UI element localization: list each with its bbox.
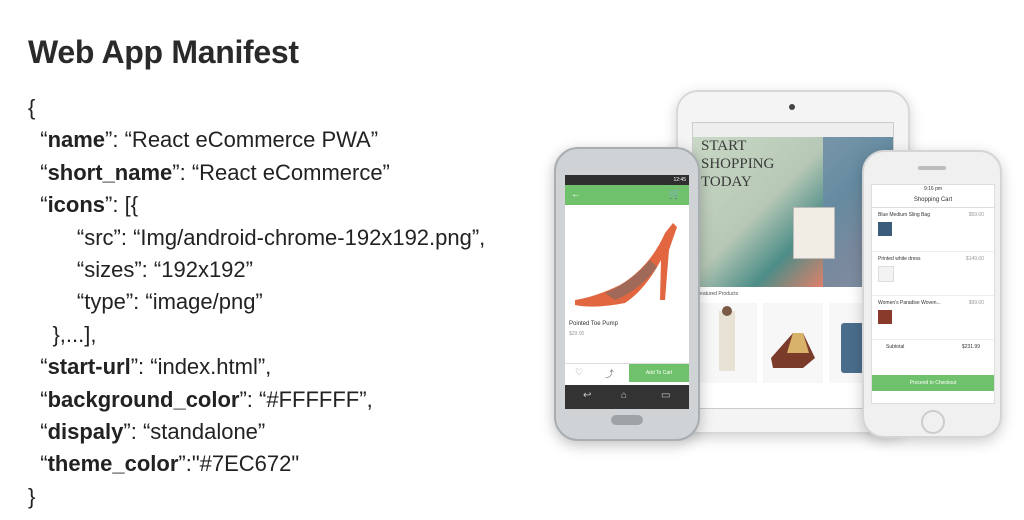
code-value: “sizes”: “192x192”: [76, 256, 253, 282]
code-key: theme_color: [47, 451, 179, 477]
dress-image: [719, 306, 735, 371]
featured-label: Featured Products: [697, 291, 739, 297]
code-key: icons: [47, 192, 106, 218]
status-bar: 9:16 pm: [923, 186, 943, 192]
code-value: [{: [124, 192, 139, 218]
iphone-device: 9:16 pm Shopping Cart Blue Medium Sling …: [862, 150, 1002, 438]
status-bar: 12:45: [565, 175, 689, 185]
product-image: [565, 205, 689, 315]
cart-icon[interactable]: 🛒: [669, 185, 681, 205]
product-tile[interactable]: [697, 303, 757, 383]
code-theme-line: “theme_color”:"#7EC672": [28, 451, 300, 477]
subtotal-label: Subtotal: [886, 344, 905, 350]
code-close: }: [28, 483, 36, 509]
action-bar: ♡ ⤴ Add To Cart: [565, 363, 689, 382]
code-value: “index.html”,: [150, 354, 272, 380]
product-price: $29.00: [569, 331, 585, 337]
android-nav-bar: ↩ ⌂ ▭: [565, 385, 689, 409]
item-thumbnail: [878, 266, 894, 282]
code-icons-close-line: },...],: [28, 319, 485, 351]
home-button[interactable]: [921, 410, 945, 434]
code-value: “type”: “image/png”: [76, 289, 263, 315]
item-thumbnail: [878, 222, 892, 236]
code-display-line: “dispaly”: “standalone”: [28, 418, 266, 444]
code-start-url-line: “start-url”: “index.html”,: [28, 354, 272, 380]
code-value: “src”: “Img/android-chrome-192x192.png”,: [76, 224, 486, 250]
product-tile[interactable]: [763, 303, 823, 383]
hero-line: START: [701, 138, 747, 154]
subtotal-value: $231.99: [961, 344, 980, 350]
shopping-bag-image: [793, 207, 835, 259]
code-key: dispaly: [47, 418, 124, 444]
android-device: 12:45 ← 🛒 Pointed Toe Pump $29.00 ♡ ⤴ Ad…: [554, 147, 700, 441]
item-name: Printed white dress: [878, 256, 921, 262]
page-title: Web App Manifest: [28, 34, 299, 70]
hero-line: TODAY: [701, 174, 752, 190]
code-value: “#FFFFFF”,: [259, 386, 373, 412]
code-key: start-url: [47, 354, 131, 380]
home-icon[interactable]: ⌂: [621, 390, 627, 401]
iphone-screen: 9:16 pm Shopping Cart Blue Medium Sling …: [871, 184, 995, 404]
code-type-line: “type”: “image/png”: [28, 286, 485, 318]
code-value: },...],: [52, 321, 97, 347]
item-name: Blue Medium Sling Bag: [878, 212, 930, 218]
hero-line: SHOPPING: [701, 156, 775, 172]
code-short-name-line: “short_name”: “React eCommerce”: [28, 159, 390, 185]
item-price: $99.00: [968, 300, 984, 306]
home-button[interactable]: [611, 415, 643, 425]
code-value: “React eCommerce PWA”: [124, 127, 379, 153]
shoe-image: [575, 223, 677, 307]
subtotal-row: Subtotal $231.99: [872, 340, 994, 354]
product-name: Pointed Toe Pump: [569, 321, 618, 327]
item-price: $59.00: [968, 212, 984, 218]
item-thumbnail: [878, 310, 892, 324]
code-background-line: “background_color”: “#FFFFFF”,: [28, 386, 373, 412]
code-open: {: [28, 95, 36, 120]
manifest-code: { “name”: “React eCommerce PWA” “short_n…: [28, 92, 485, 513]
add-to-cart-button[interactable]: Add To Cart: [629, 364, 689, 382]
tablet-hero-text: START SHOPPING TODAY: [701, 137, 774, 191]
back-icon[interactable]: ↩: [583, 390, 591, 401]
share-icon[interactable]: ⤴: [605, 367, 614, 380]
app-bar: ← 🛒: [565, 185, 689, 205]
code-key: short_name: [47, 159, 173, 185]
code-sizes-line: “sizes”: “192x192”: [28, 254, 485, 286]
cart-header: Shopping Cart: [872, 193, 994, 208]
code-name-line: “name”: “React eCommerce PWA”: [28, 127, 379, 153]
code-key: background_color: [47, 386, 240, 412]
item-price: $149.00: [965, 256, 984, 262]
code-value: “standalone”: [142, 418, 266, 444]
speaker-icon: [918, 166, 946, 170]
recent-apps-icon[interactable]: ▭: [661, 390, 670, 401]
sandal-image: [771, 333, 815, 368]
code-src-line: “src”: “Img/android-chrome-192x192.png”,: [28, 222, 485, 254]
checkout-button[interactable]: Proceed to Checkout: [872, 375, 994, 391]
item-name: Women's Paradise Woven...: [878, 300, 941, 306]
android-screen: 12:45 ← 🛒 Pointed Toe Pump $29.00 ♡ ⤴ Ad…: [565, 175, 689, 409]
code-value: “React eCommerce”: [191, 159, 390, 185]
code-key: name: [47, 127, 106, 153]
code-value: "#7EC672": [191, 451, 300, 477]
code-icons-line: “icons”: [{: [28, 192, 139, 218]
camera-icon: [789, 104, 795, 110]
cart-item[interactable]: Women's Paradise Woven... $99.00: [872, 296, 994, 340]
cart-item[interactable]: Blue Medium Sling Bag $59.00: [872, 208, 994, 252]
back-arrow-icon[interactable]: ←: [571, 189, 581, 200]
cart-item[interactable]: Printed white dress $149.00: [872, 252, 994, 296]
heart-icon[interactable]: ♡: [575, 367, 583, 378]
tablet-browser-bar: [693, 123, 893, 137]
